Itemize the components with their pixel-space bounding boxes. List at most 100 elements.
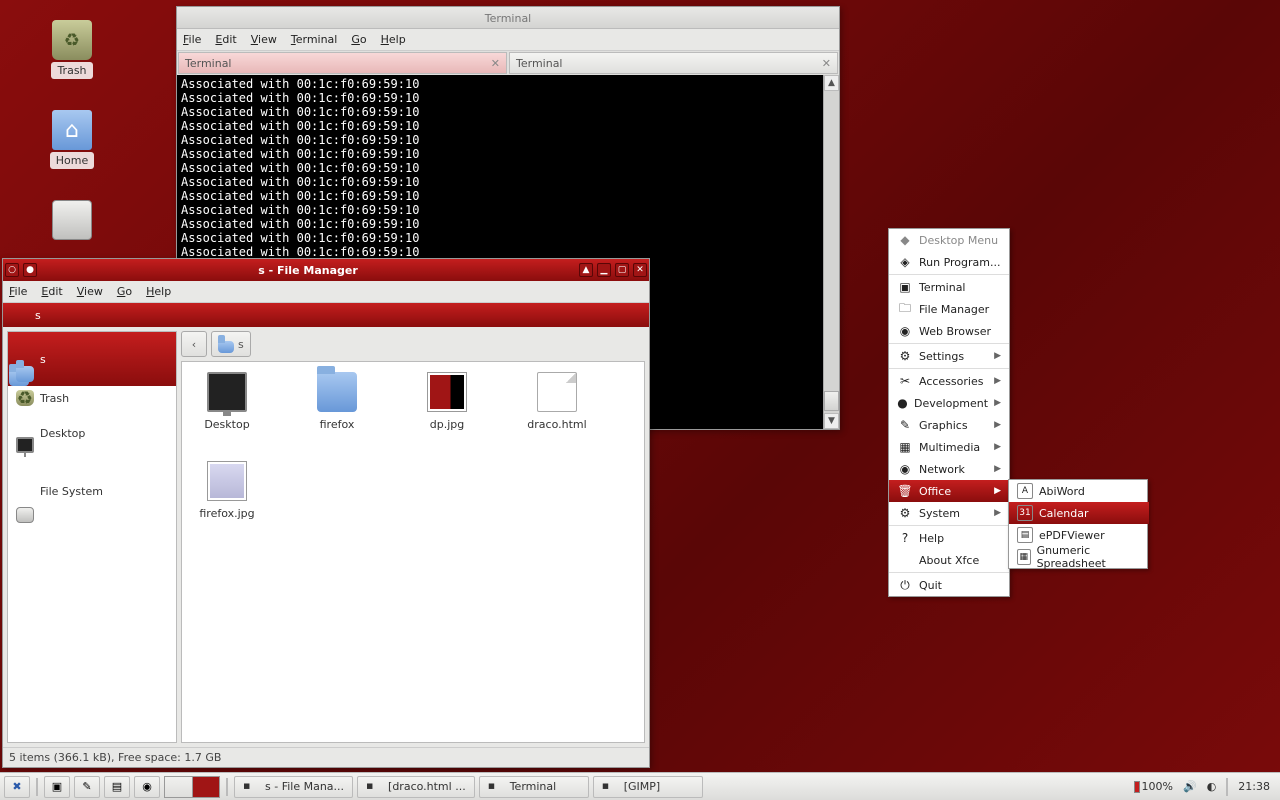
fm-titlebar[interactable]: ○ ● s - File Manager ▲ ▁ ▢ ✕ (3, 259, 649, 281)
file-item-draco.html[interactable]: draco.html (522, 372, 592, 431)
battery-indicator[interactable]: 100% (1134, 780, 1173, 793)
system-tray: 100% 🔊 ◐ 21:38 (1128, 778, 1276, 796)
menu-header: ◆Desktop Menu (889, 229, 1009, 251)
folder-icon (16, 366, 34, 382)
task-s-file-mana-[interactable]: ▪s - File Mana... (234, 776, 353, 798)
task-list: ▪s - File Mana...▪[draco.html ...▪Termin… (234, 776, 703, 798)
maximize-button[interactable]: ▢ (615, 263, 629, 277)
menu-item-settings[interactable]: ⚙Settings▶ (889, 345, 1009, 367)
menu-item-web-browser[interactable]: ◉Web Browser (889, 320, 1009, 342)
launcher-terminal[interactable]: ▣ (44, 776, 70, 798)
menu-item-terminal[interactable]: ▣Terminal (889, 276, 1009, 298)
file-item-Desktop[interactable]: Desktop (192, 372, 262, 431)
task--draco-html-[interactable]: ▪[draco.html ... (357, 776, 475, 798)
submenu-item-calendar[interactable]: 31Calendar (1009, 502, 1149, 524)
menu-item-office[interactable]: 🗑Office▶ (889, 480, 1009, 502)
app-icon: ▤ (1017, 527, 1033, 543)
fm-menu-help[interactable]: Help (146, 285, 171, 298)
fm-menu-file[interactable]: File (9, 285, 27, 298)
workspace-pager[interactable] (164, 776, 220, 798)
clock[interactable]: 21:38 (1238, 780, 1270, 793)
menu-separator (889, 572, 1009, 573)
app-icon: 31 (1017, 505, 1033, 521)
menu-icon: ⚙ (897, 348, 913, 364)
desktop-icon-drive[interactable] (40, 200, 104, 242)
menu-icon: ⏻ (897, 577, 913, 593)
menu-item-multimedia[interactable]: ▦Multimedia▶ (889, 436, 1009, 458)
file-manager-window: ○ ● s - File Manager ▲ ▁ ▢ ✕ File Edit V… (2, 258, 650, 768)
scroll-up-icon[interactable]: ▲ (824, 75, 839, 91)
workspace-2[interactable] (193, 777, 220, 797)
scroll-down-icon[interactable]: ▼ (824, 413, 839, 429)
fm-menu-view[interactable]: View (77, 285, 103, 298)
file-item-dp.jpg[interactable]: dp.jpg (412, 372, 482, 431)
folder-icon (218, 341, 234, 353)
menu-terminal[interactable]: Terminal (291, 33, 338, 46)
sidebar-item-s[interactable]: s (8, 332, 176, 386)
terminal-scrollbar[interactable]: ▲ ▼ (823, 75, 839, 429)
app-icon: A (1017, 483, 1033, 499)
fm-menu-go[interactable]: Go (117, 285, 132, 298)
fm-file-grid[interactable]: Desktop firefox dp.jpg draco.html firefox.jp… (181, 361, 645, 743)
window-menu-button[interactable]: ○ (5, 263, 19, 277)
window-shade-button[interactable]: ● (23, 263, 37, 277)
network-icon[interactable]: ◐ (1207, 780, 1217, 793)
menu-item-quit[interactable]: ⏻Quit (889, 574, 1009, 596)
menu-item-file-manager[interactable]: 🗀File Manager (889, 298, 1009, 320)
terminal-titlebar[interactable]: Terminal (177, 7, 839, 29)
terminal-tab-2[interactable]: Terminal✕ (509, 52, 838, 74)
close-tab-icon[interactable]: ✕ (491, 57, 500, 70)
workspace-1[interactable] (165, 777, 193, 797)
menu-item-about-xfce[interactable]: About Xfce (889, 549, 1009, 571)
fm-menu-edit[interactable]: Edit (41, 285, 62, 298)
window-up-button[interactable]: ▲ (579, 263, 593, 277)
sidebar-item-trash[interactable]: Trash (8, 386, 176, 410)
task-terminal[interactable]: ▪Terminal (479, 776, 589, 798)
menu-go[interactable]: Go (351, 33, 366, 46)
file-item-firefox.jpg[interactable]: firefox.jpg (192, 461, 262, 520)
desktop-icon-trash[interactable]: Trash (40, 20, 104, 79)
minimize-button[interactable]: ▁ (597, 263, 611, 277)
fm-title: s - File Manager (39, 264, 577, 277)
fm-pathbar: s (3, 303, 649, 327)
launcher-editor[interactable]: ✎ (74, 776, 100, 798)
desktop-icon-home[interactable]: Home (40, 110, 104, 169)
sidebar-item-file-system[interactable]: File System (8, 457, 176, 527)
menu-edit[interactable]: Edit (215, 33, 236, 46)
menu-file[interactable]: File (183, 33, 201, 46)
drive-icon (52, 200, 92, 240)
menu-item-system[interactable]: ⚙System▶ (889, 502, 1009, 524)
launcher-files[interactable]: ▤ (104, 776, 130, 798)
submenu-item-abiword[interactable]: AAbiWord (1009, 480, 1149, 502)
file-item-firefox[interactable]: firefox (302, 372, 372, 431)
fm-path-text: s (35, 309, 41, 322)
submenu-arrow-icon: ▶ (994, 508, 1001, 518)
back-button[interactable]: ‹ (181, 331, 207, 357)
menu-help[interactable]: Help (381, 33, 406, 46)
fm-statusbar: 5 items (366.1 kB), Free space: 1.7 GB (3, 747, 649, 767)
sidebar-item-desktop[interactable]: Desktop (8, 410, 176, 457)
menu-icon: ✎ (897, 417, 913, 433)
close-button[interactable]: ✕ (633, 263, 647, 277)
terminal-tab-1[interactable]: Terminal✕ (178, 52, 507, 74)
task-icon: ▪ (366, 779, 382, 795)
menu-icon (897, 552, 913, 568)
menu-item-accessories[interactable]: ✂Accessories▶ (889, 370, 1009, 392)
scroll-thumb[interactable] (824, 391, 839, 411)
menu-item-help[interactable]: ?Help (889, 527, 1009, 549)
menu-item-development[interactable]: ●Development▶ (889, 392, 1009, 414)
launcher-browser[interactable]: ◉ (134, 776, 160, 798)
volume-icon[interactable]: 🔊 (1183, 780, 1197, 793)
menu-separator (889, 368, 1009, 369)
submenu-item-gnumeric-spreadsheet[interactable]: ▦Gnumeric Spreadsheet (1009, 546, 1149, 568)
task--gimp-[interactable]: ▪[GIMP] (593, 776, 703, 798)
submenu-item-epdfviewer[interactable]: ▤ePDFViewer (1009, 524, 1149, 546)
menu-item-network[interactable]: ◉Network▶ (889, 458, 1009, 480)
xfce-menu-button[interactable]: ✖ (4, 776, 30, 798)
menu-item-run-program-[interactable]: ◈Run Program... (889, 251, 1009, 273)
trash-icon (16, 390, 34, 406)
close-tab-icon[interactable]: ✕ (822, 57, 831, 70)
path-button[interactable]: s (211, 331, 251, 357)
menu-item-graphics[interactable]: ✎Graphics▶ (889, 414, 1009, 436)
menu-view[interactable]: View (251, 33, 277, 46)
